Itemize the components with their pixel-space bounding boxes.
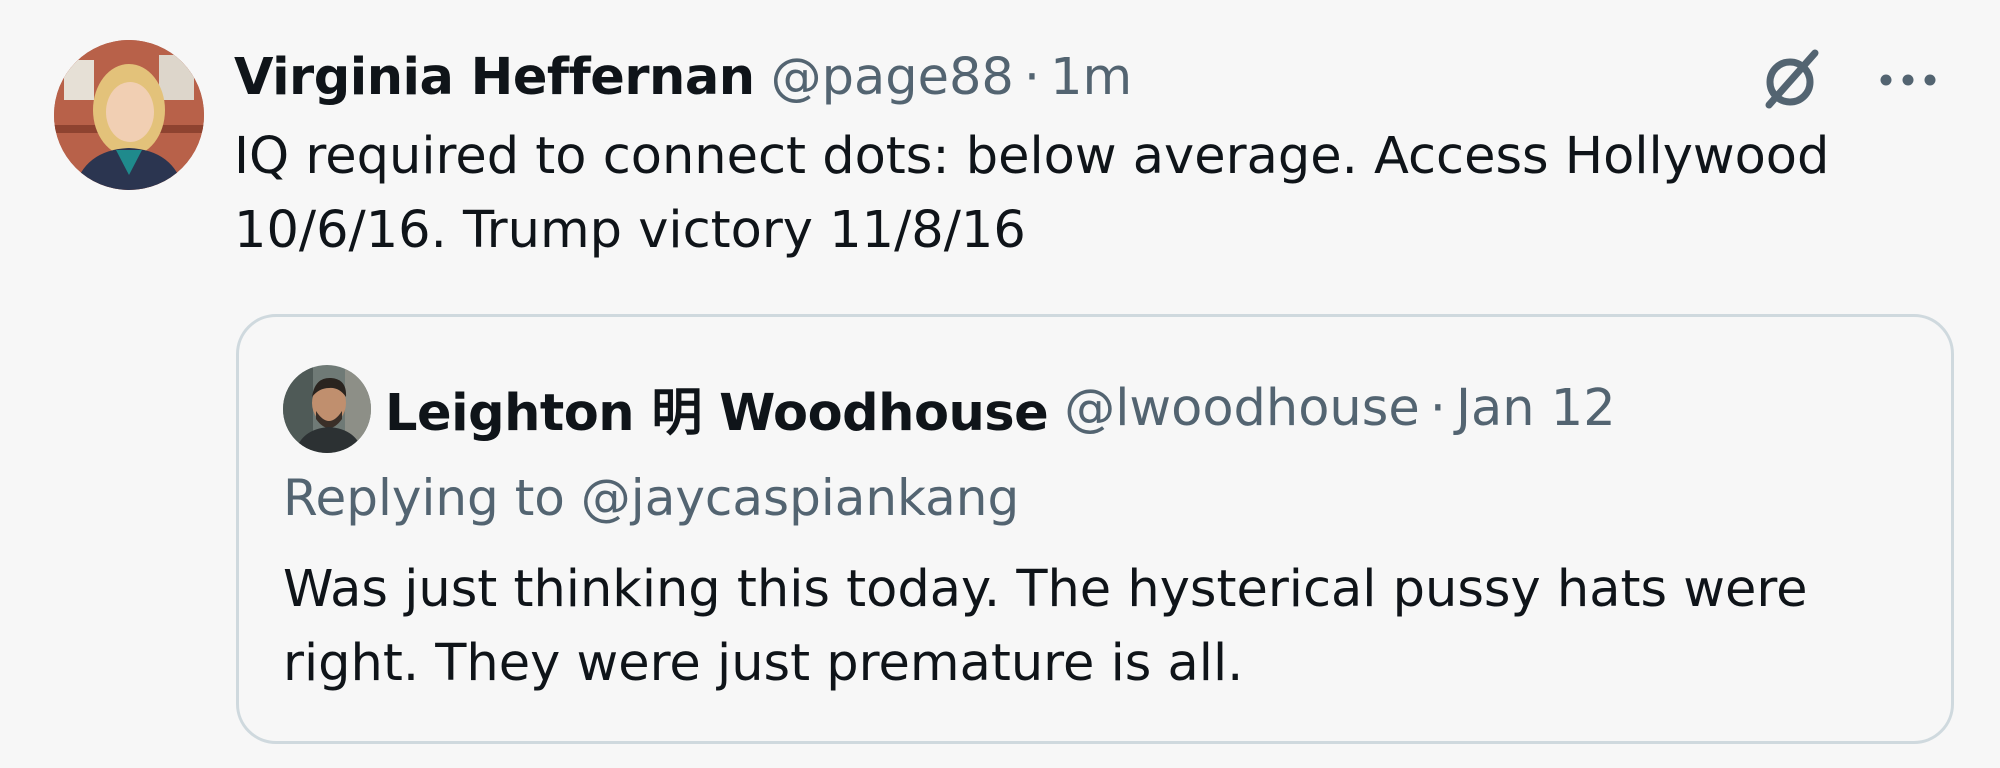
tweet-timestamp[interactable]: 1m — [1050, 48, 1132, 107]
author-avatar-image — [54, 40, 204, 190]
more-button[interactable] — [1868, 40, 1948, 120]
quoted-author-avatar[interactable] — [283, 365, 371, 453]
tweet[interactable]: Virginia Heffernan @page88 · 1m IQ requi… — [0, 0, 2000, 768]
quoted-tweet[interactable]: Leighton 明 Woodhouse @lwoodhouse · Jan 1… — [236, 314, 1954, 744]
grok-button[interactable] — [1750, 40, 1830, 120]
quoted-tweet-text: Was just thinking this today. The hyster… — [283, 553, 1923, 701]
replying-to-mention[interactable]: @jaycaspiankang — [581, 469, 1019, 527]
replying-to-label: Replying to — [283, 469, 565, 527]
more-horizontal-icon — [1880, 74, 1936, 86]
tweet-text-line: 10/6/16. Trump victory 11/8/16 — [234, 201, 1026, 260]
quoted-author-handle[interactable]: @lwoodhouse — [1064, 379, 1419, 438]
author-handle[interactable]: @page88 — [771, 48, 1014, 107]
quoted-tweet-header: Leighton 明 Woodhouse @lwoodhouse · Jan 1… — [385, 371, 1616, 445]
quoted-author-name[interactable]: Leighton 明 Woodhouse — [385, 371, 1049, 445]
tweet-text: IQ required to connect dots: below avera… — [234, 120, 1934, 268]
replying-to: Replying to @jaycaspiankang — [283, 469, 1019, 527]
separator-dot: · — [1023, 47, 1041, 107]
tweet-text-line: IQ required to connect dots: below avera… — [234, 127, 1830, 186]
tweet-actions — [1750, 40, 1948, 120]
author-avatar[interactable] — [54, 40, 204, 190]
quoted-author-avatar-image — [283, 365, 371, 453]
slashed-circle-icon — [1765, 49, 1819, 109]
separator-dot: · — [1429, 378, 1446, 438]
quoted-text-line: Was just thinking this today. The hyster… — [283, 560, 1808, 619]
quoted-text-line: right. They were just premature is all. — [283, 634, 1244, 693]
author-name[interactable]: Virginia Heffernan — [234, 48, 755, 107]
quoted-tweet-timestamp[interactable]: Jan 12 — [1456, 379, 1616, 438]
tweet-header: Virginia Heffernan @page88 · 1m — [234, 44, 1132, 110]
